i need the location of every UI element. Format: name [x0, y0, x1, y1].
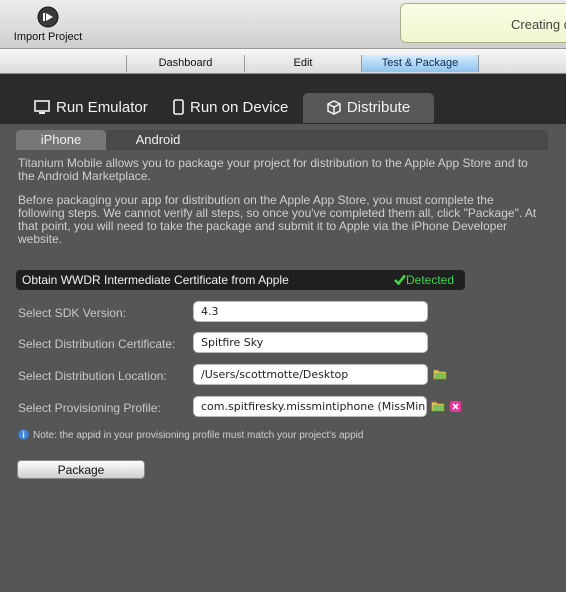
import-project-label: Import Project [13, 31, 83, 43]
tab-run-emulator[interactable]: Run Emulator [34, 93, 148, 123]
toolbar: Import Project Creating d [0, 0, 566, 49]
wwdr-status: Detected [394, 273, 454, 287]
tab-dashboard[interactable]: Dashboard [126, 55, 244, 72]
distribution-location-input[interactable]: /Users/scottmotte/Desktop [193, 364, 428, 385]
tab-distribute-label: Distribute [346, 99, 411, 116]
sdk-version-select[interactable]: 4.3 [193, 301, 428, 322]
monitor-icon [34, 100, 50, 114]
tab-test-package[interactable]: Test & Package [361, 55, 479, 72]
import-icon [37, 6, 59, 28]
sdk-version-label: Select SDK Version: [18, 306, 127, 320]
package-button[interactable]: Package [17, 460, 145, 479]
info-icon [18, 429, 29, 440]
wwdr-certificate-bar: Obtain WWDR Intermediate Certificate fro… [16, 270, 465, 290]
status-text: Creating d [511, 17, 566, 32]
checkmark-icon [394, 274, 407, 286]
tab-edit[interactable]: Edit [244, 55, 361, 72]
provisioning-profile-select[interactable]: com.spitfiresky.missmintiphone (MissMin … [193, 396, 427, 417]
distribution-certificate-select[interactable]: Spitfire Sky [193, 332, 428, 353]
appid-note-text: Note: the appid in your provisioning pro… [33, 430, 364, 441]
cube-icon [327, 100, 341, 115]
delete-icon[interactable] [450, 401, 461, 412]
status-box: Creating d [400, 3, 566, 43]
tab-run-on-device-label: Run on Device [190, 99, 289, 116]
tab-iphone[interactable]: iPhone [16, 130, 106, 150]
folder-icon[interactable] [433, 368, 447, 380]
tab-android[interactable]: Android [116, 130, 200, 150]
tab-distribute[interactable]: Distribute [303, 93, 434, 123]
distribution-certificate-label: Select Distribution Certificate: [18, 337, 176, 351]
import-project-button[interactable]: Import Project [8, 4, 88, 46]
main-tab-bar: Run Emulator Run on Device Distribute [0, 74, 566, 124]
appid-note: Note: the appid in your provisioning pro… [18, 429, 363, 441]
wwdr-status-text: Detected [406, 273, 455, 287]
phone-icon [173, 99, 184, 115]
view-tab-bar: Dashboard Edit Test & Package [0, 49, 566, 74]
distribution-location-label: Select Distribution Location: [18, 369, 167, 383]
intro-text: Titanium Mobile allows you to package yo… [18, 156, 528, 183]
tab-run-emulator-label: Run Emulator [56, 99, 148, 116]
tab-run-on-device[interactable]: Run on Device [173, 93, 288, 123]
wwdr-certificate-label: Obtain WWDR Intermediate Certificate fro… [22, 273, 289, 287]
provisioning-profile-label: Select Provisioning Profile: [18, 401, 161, 415]
instructions-text: Before packaging your app for distributi… [18, 193, 537, 246]
platform-tab-bar: iPhone Android [16, 130, 548, 150]
folder-icon[interactable] [431, 400, 445, 412]
